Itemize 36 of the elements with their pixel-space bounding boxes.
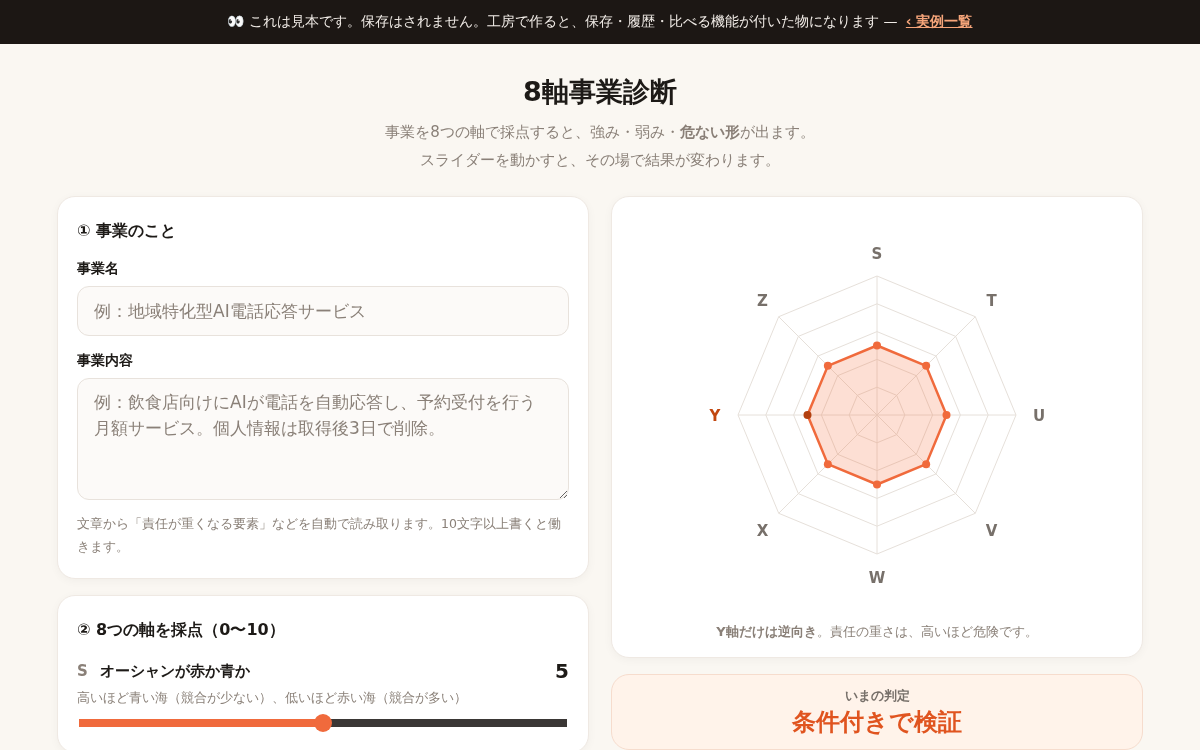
data-point	[922, 460, 931, 469]
axis-label: X	[756, 521, 769, 540]
axis-title: オーシャンが赤か青か	[99, 661, 251, 681]
axis-label: U	[1032, 407, 1046, 425]
text-area[interactable]: 例：飲食店向けにAIが電話を自動応答し、予約受付を行う月額サービス。個人情報は取得後3日で削除。	[77, 378, 569, 500]
axis-label: S	[871, 245, 883, 263]
data-point	[942, 411, 951, 419]
data-point	[823, 460, 832, 469]
axis-hint: 高いほど青い海（競合が少ない）、低いほど赤い海（競合が多い）	[77, 689, 468, 707]
axis-letter: S	[77, 662, 88, 680]
data-point	[823, 361, 832, 370]
text-field[interactable]: 例：地域特化型AI電話応答サービス	[77, 286, 569, 336]
examples-link[interactable]: ‹ 実例一覧	[905, 13, 973, 31]
axis-label: T	[986, 292, 997, 311]
axis-label: Y	[709, 407, 721, 425]
subtitle-text: スライダーを動かすと、その場で結果が変わります。	[420, 150, 780, 170]
data-point	[873, 480, 881, 489]
axis-label: Z	[757, 292, 768, 311]
section-heading: ① 事業のこと	[77, 221, 178, 242]
data-point	[803, 411, 812, 419]
verdict-label: いまの判定	[844, 687, 910, 705]
chart-note: Y軸だけは逆向き。責任の重さは、高いほど危険です。	[716, 623, 1038, 641]
score-value: 5	[555, 659, 569, 683]
page-title: 8軸事業診断	[522, 75, 678, 109]
verdict-result: 条件付きで検証	[792, 707, 962, 737]
axis-label: V	[985, 521, 998, 540]
field-label: 事業名	[77, 260, 120, 278]
help-text: 文章から「責任が重くなる要素」などを自動で読み取ります。10文字以上書くと働きます。	[77, 515, 562, 556]
section-heading: ② 8つの軸を採点（0〜10）	[77, 620, 286, 641]
subtitle-text: 事業を8つの軸で採点すると、強み・弱み・危ない形が出ます。	[385, 122, 815, 142]
notice-text: 👀 これは見本です。保存はされません。工房で作ると、保存・履歴・比べる機能が付いた物になります —	[227, 13, 899, 31]
data-point	[922, 361, 931, 370]
field-label: 事業内容	[77, 352, 134, 370]
slider-thumb[interactable]	[314, 714, 332, 732]
axis-label: W	[868, 569, 886, 587]
data-point	[873, 341, 881, 350]
